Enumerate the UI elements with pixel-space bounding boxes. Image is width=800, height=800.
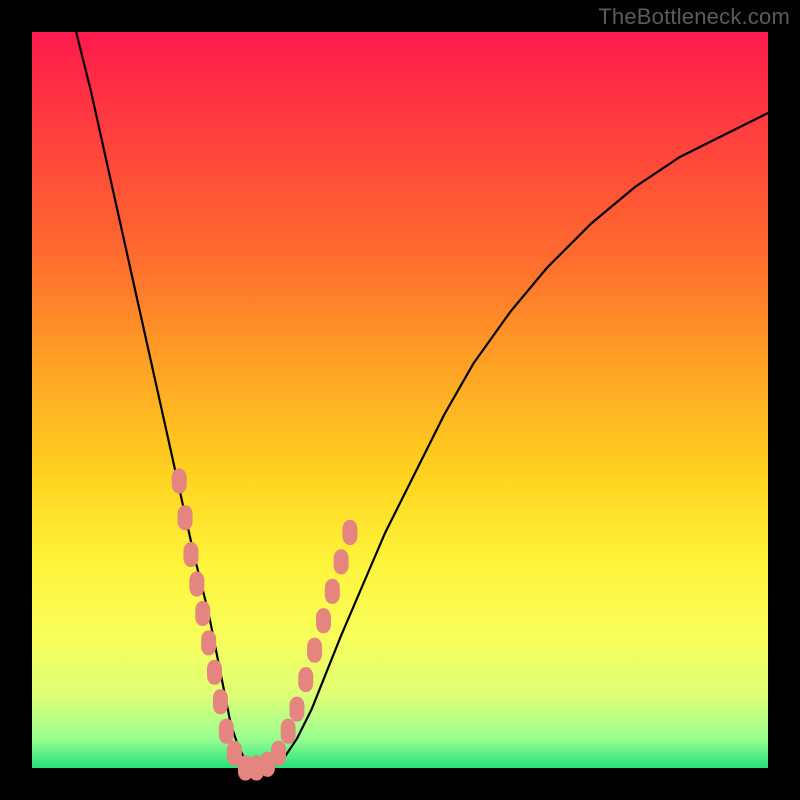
bottleneck-curve bbox=[76, 32, 768, 768]
curve-marker bbox=[172, 468, 187, 493]
watermark-text: TheBottleneck.com bbox=[598, 4, 790, 30]
curve-marker bbox=[325, 579, 340, 604]
curve-marker bbox=[213, 689, 228, 714]
curve-marker bbox=[316, 608, 331, 633]
curve-marker bbox=[281, 719, 296, 744]
curve-marker bbox=[271, 741, 286, 766]
plot-area bbox=[32, 32, 768, 768]
curve-marker bbox=[178, 505, 193, 530]
curve-marker bbox=[342, 520, 357, 545]
curve-marker bbox=[207, 660, 222, 685]
curve-marker bbox=[219, 719, 234, 744]
curve-marker bbox=[289, 697, 304, 722]
curve-marker bbox=[334, 549, 349, 574]
curve-marker bbox=[201, 630, 216, 655]
chart-svg bbox=[32, 32, 768, 768]
curve-marker bbox=[307, 638, 322, 663]
curve-markers bbox=[172, 468, 358, 780]
curve-marker bbox=[298, 667, 313, 692]
curve-marker bbox=[189, 572, 204, 597]
curve-marker bbox=[183, 542, 198, 567]
curve-marker bbox=[195, 601, 210, 626]
chart-frame: TheBottleneck.com bbox=[0, 0, 800, 800]
